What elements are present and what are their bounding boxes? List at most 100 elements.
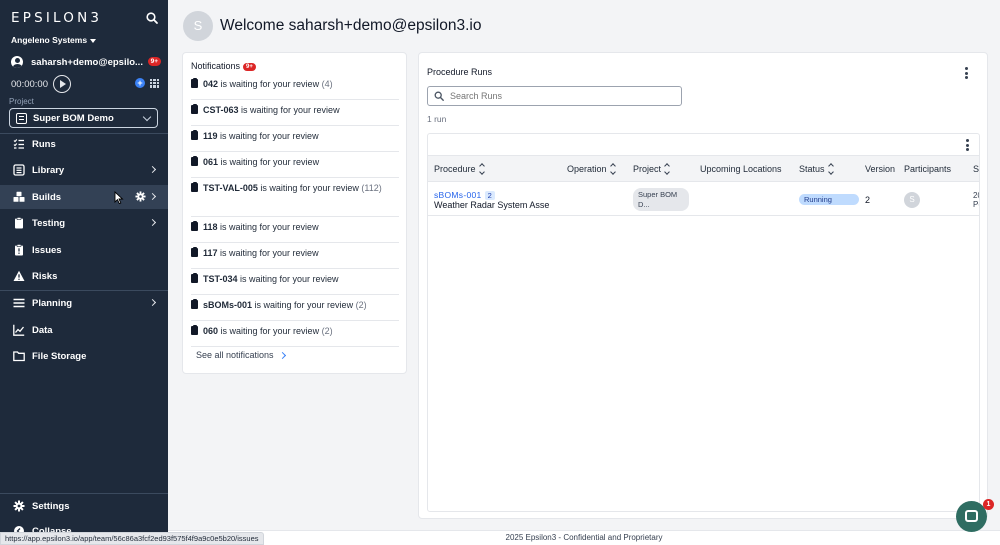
notification-item[interactable]: sBOMs-001 is waiting for your review (2) xyxy=(191,298,399,321)
notification-item[interactable]: 119 is waiting for your review xyxy=(191,129,399,152)
nav-data[interactable]: Data xyxy=(0,318,168,342)
sort-icon xyxy=(664,163,670,175)
column-label: Participants xyxy=(904,164,952,174)
nav-settings[interactable]: Settings xyxy=(0,494,168,518)
notifications-title: Notifications 9+ xyxy=(191,61,256,71)
column-project[interactable]: Project xyxy=(633,156,670,182)
add-icon[interactable]: + xyxy=(135,78,145,88)
chevron-down-icon xyxy=(142,112,152,122)
column-label: Operation xyxy=(567,164,607,174)
notification-text: TST-034 is waiting for your review xyxy=(203,273,339,285)
issues-icon xyxy=(13,244,25,256)
risks-icon xyxy=(13,270,25,282)
chevron-right-icon xyxy=(148,192,157,201)
notification-item[interactable]: 118 is waiting for your review xyxy=(191,220,399,243)
mouse-cursor-icon xyxy=(114,191,124,205)
project-chip: Super BOM D... xyxy=(633,188,689,211)
nav-risks[interactable]: Risks xyxy=(0,264,168,288)
notification-text: 118 is waiting for your review xyxy=(203,221,319,233)
start-line-2: P( xyxy=(973,199,979,209)
nav-builds[interactable]: Builds xyxy=(0,185,168,209)
clipboard-icon xyxy=(191,129,198,140)
clipboard-icon xyxy=(191,103,198,114)
more-options-icon[interactable] xyxy=(965,67,969,79)
nav-testing-label: Testing xyxy=(32,217,66,229)
notification-message: is waiting for your review xyxy=(257,183,359,193)
user-menu[interactable]: saharsh+demo@epsilo... 9+ xyxy=(11,54,161,70)
logo[interactable]: EPSILON3 xyxy=(11,10,102,26)
notification-text: 119 is waiting for your review xyxy=(203,130,319,142)
notification-text: TST-VAL-005 is waiting for your review (… xyxy=(203,182,382,194)
run-count: 1 run xyxy=(427,114,447,124)
table-row[interactable]: sBOMs-001 2 Weather Radar System Asse Sup… xyxy=(428,183,979,216)
column-status[interactable]: Status xyxy=(799,156,834,182)
clipboard-icon xyxy=(191,246,198,257)
search-runs-field[interactable] xyxy=(427,86,682,106)
notification-message: is waiting for your review xyxy=(217,131,319,141)
org-switcher[interactable]: Angeleno Systems xyxy=(11,35,97,45)
cell-project: Super BOM D... xyxy=(633,183,697,216)
nav-planning[interactable]: Planning xyxy=(0,291,168,315)
notification-id: TST-VAL-005 xyxy=(203,183,258,193)
notification-message: is waiting for your review xyxy=(238,105,340,115)
logo-row: EPSILON3 xyxy=(11,10,161,28)
notification-item[interactable]: CST-063 is waiting for your review xyxy=(191,103,399,126)
avatar[interactable]: S xyxy=(183,11,213,41)
search-runs-input[interactable] xyxy=(450,91,670,101)
notification-id: 042 xyxy=(203,79,219,89)
footer: 2025 Epsilon3 - Confidential and Proprie… xyxy=(168,530,1000,545)
org-name: Angeleno Systems xyxy=(11,35,88,45)
notification-id: sBOMs-001 xyxy=(203,300,253,310)
see-all-notifications-link[interactable]: See all notifications xyxy=(196,350,286,360)
procedure-runs-card: Procedure Runs 1 run Procedure Operation… xyxy=(418,52,988,519)
procedure-name: Weather Radar System Asse xyxy=(434,199,550,210)
participant-avatar[interactable]: S xyxy=(904,191,920,208)
notification-item[interactable]: 042 is waiting for your review (4) xyxy=(191,77,399,100)
clipboard-icon xyxy=(191,181,198,192)
project-selector[interactable]: Super BOM Demo xyxy=(9,108,158,128)
sort-icon xyxy=(827,163,834,175)
folder-icon xyxy=(13,350,25,362)
data-icon xyxy=(13,324,25,336)
run-id-link[interactable]: sBOMs-001 xyxy=(434,190,482,200)
notification-item[interactable]: TST-VAL-005 is waiting for your review (… xyxy=(191,181,399,217)
search-icon xyxy=(434,91,444,101)
column-procedure[interactable]: Procedure xyxy=(434,156,485,182)
grid-icon[interactable] xyxy=(150,78,159,88)
nav-library[interactable]: Library xyxy=(0,158,168,182)
runs-table: Procedure Operation Project Upcoming Loc… xyxy=(427,133,980,512)
chevron-right-icon xyxy=(148,165,157,174)
search-icon[interactable] xyxy=(145,11,159,25)
nav-planning-label: Planning xyxy=(32,297,73,309)
clipboard-icon xyxy=(191,298,198,309)
column-operation[interactable]: Operation xyxy=(567,156,616,182)
notification-item[interactable]: 117 is waiting for your review xyxy=(191,246,399,269)
notification-item[interactable]: 061 is waiting for your review xyxy=(191,155,399,178)
notification-message: is waiting for your review xyxy=(217,222,319,232)
notification-id: TST-034 xyxy=(203,274,238,284)
page-header: S Welcome saharsh+demo@epsilon3.io xyxy=(183,11,481,41)
nav-library-label: Library xyxy=(32,164,65,176)
notification-message: is waiting for your review xyxy=(218,157,320,167)
table-header: Procedure Operation Project Upcoming Loc… xyxy=(428,156,979,182)
gear-icon[interactable] xyxy=(135,191,146,202)
nav-runs[interactable]: Runs xyxy=(0,132,168,156)
play-icon[interactable] xyxy=(52,75,71,93)
status-badge: Running xyxy=(799,194,859,205)
table-options-icon[interactable] xyxy=(966,139,970,151)
clipboard-icon xyxy=(191,272,198,283)
notifications-card: Notifications 9+ 042 is waiting for your … xyxy=(182,52,407,374)
notification-item[interactable]: 060 is waiting for your review (2) xyxy=(191,324,399,347)
user-avatar-icon xyxy=(11,56,23,68)
notification-item[interactable]: TST-034 is waiting for your review xyxy=(191,272,399,295)
user-name: saharsh+demo@epsilo... xyxy=(31,56,143,68)
nav-issues[interactable]: Issues xyxy=(0,238,168,262)
cell-upcoming-locations xyxy=(700,183,795,216)
notification-count: (2) xyxy=(321,326,333,336)
nav-file-storage[interactable]: File Storage xyxy=(0,344,168,368)
notification-text: sBOMs-001 is waiting for your review (2) xyxy=(203,299,367,311)
notification-message: is waiting for your review xyxy=(217,248,319,258)
clipboard-icon xyxy=(191,220,198,231)
nav-builds-label: Builds xyxy=(32,191,62,203)
nav-testing[interactable]: Testing xyxy=(0,211,168,235)
